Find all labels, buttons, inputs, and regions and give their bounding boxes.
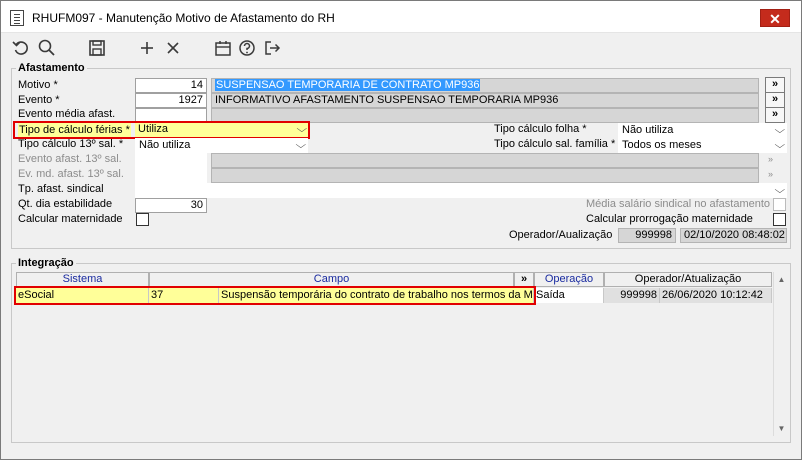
qt-dia-estabilidade-field[interactable]: 30 (135, 198, 207, 213)
tipo-calculo-ferias-label: Tipo de cálculo férias * (18, 123, 131, 137)
calcular-maternidade-label: Calcular maternidade (18, 213, 123, 225)
chevron-down-icon: ⌵ (774, 140, 786, 151)
row-user-cell: 999998 (604, 288, 660, 303)
operador-datetime-field: 02/10/2020 08:48:02 (680, 228, 787, 243)
ev-md-afast-13-code-field (135, 168, 207, 183)
evento-lookup-button[interactable]: » (765, 92, 785, 108)
motivo-desc-field[interactable]: SUSPENSAO TEMPORARIA DE CONTRATO MP936 (211, 78, 759, 93)
evento-afast-13-code-field (135, 153, 207, 168)
tipo-calculo-ferias-value: Utiliza (138, 123, 168, 135)
search-icon[interactable] (37, 38, 57, 58)
evento-afast-13-label: Evento afast. 13º sal. (18, 153, 122, 165)
close-button[interactable]: ✕ (760, 9, 790, 27)
tipo-calculo-ferias-select[interactable]: Utiliza ⌵ (135, 123, 308, 137)
delete-icon[interactable] (163, 38, 183, 58)
row-operacao-cell[interactable]: Saída (534, 288, 604, 303)
scroll-down-icon[interactable]: ▼ (774, 421, 789, 436)
media-salario-sindical-checkbox (773, 198, 786, 211)
toolbar (1, 34, 801, 62)
integracao-highlight-box (14, 286, 536, 305)
col-header-sistema[interactable]: Sistema (16, 272, 149, 287)
tipo-calculo-13-label: Tipo cálculo 13º sal. * (18, 138, 124, 150)
chevron-down-icon: ⌵ (295, 140, 307, 151)
tipo-calculo-sal-familia-select[interactable]: Todos os meses ⌵ (618, 138, 787, 153)
chevron-down-icon: ⌵ (296, 124, 308, 135)
calcular-prorrogacao-label: Calcular prorrogação maternidade (586, 213, 753, 225)
ev-md-afast-13-lookup-icon: » (768, 169, 774, 179)
qt-dia-estabilidade-label: Qt. dia estabilidade (18, 198, 113, 210)
motivo-desc-text: SUSPENSAO TEMPORARIA DE CONTRATO MP936 (215, 79, 481, 91)
help-icon[interactable] (237, 38, 257, 58)
afastamento-title: Afastamento (16, 62, 87, 74)
scroll-up-icon[interactable]: ▲ (774, 272, 789, 287)
row-datetime-cell: 26/06/2020 10:12:42 (660, 288, 772, 303)
motivo-code-field[interactable]: 14 (135, 78, 207, 93)
app-window: RHUFM097 - Manutenção Motivo de Afastame… (0, 0, 802, 460)
chevron-down-icon: ⌵ (774, 185, 786, 196)
motivo-label: Motivo * (18, 79, 58, 91)
tipo-calculo-folha-select[interactable]: Não utiliza ⌵ (618, 123, 787, 138)
col-header-operacao[interactable]: Operação (534, 272, 604, 287)
refresh-icon[interactable] (11, 38, 31, 58)
tp-afast-sindical-select[interactable]: ⌵ (135, 183, 787, 198)
chevron-down-icon: ⌵ (774, 125, 786, 136)
integracao-title: Integração (16, 257, 76, 269)
operador-user-field: 999998 (618, 228, 676, 243)
window-title: RHUFM097 - Manutenção Motivo de Afastame… (32, 11, 335, 25)
evento-code-field[interactable]: 1927 (135, 93, 207, 108)
title-bar: RHUFM097 - Manutenção Motivo de Afastame… (1, 1, 801, 33)
evento-label: Evento * (18, 94, 60, 106)
tipo-calculo-folha-value: Não utiliza (622, 124, 674, 136)
tp-afast-sindical-label: Tp. afast. sindical (18, 183, 104, 195)
ev-md-afast-13-label: Ev. md. afast. 13º sal. (18, 168, 124, 180)
tipo-calculo-13-select[interactable]: Não utiliza ⌵ (135, 138, 308, 153)
col-header-more-button[interactable]: » (514, 272, 534, 287)
motivo-lookup-button[interactable]: » (765, 77, 785, 93)
col-header-campo[interactable]: Campo (149, 272, 514, 287)
calendar-icon[interactable] (213, 38, 233, 58)
evento-media-lookup-button[interactable]: » (765, 107, 785, 123)
exit-icon[interactable] (262, 38, 282, 58)
evento-media-label: Evento média afast. (18, 108, 116, 120)
calcular-maternidade-checkbox[interactable] (136, 213, 149, 226)
col-header-operador[interactable]: Operador/Atualização (604, 272, 772, 287)
tipo-calculo-13-value: Não utiliza (139, 139, 191, 151)
tipo-calculo-sal-familia-value: Todos os meses (622, 139, 702, 151)
media-salario-sindical-label: Média salário sindical no afastamento (586, 198, 771, 210)
grid-scrollbar[interactable]: ▲ ▼ (773, 272, 788, 436)
tipo-calculo-folha-label: Tipo cálculo folha * (494, 123, 587, 135)
add-icon[interactable] (137, 38, 157, 58)
operador-label: Operador/Aualização (509, 229, 613, 241)
tipo-calculo-sal-familia-label: Tipo cálculo sal. família * (494, 138, 616, 150)
calcular-prorrogacao-checkbox[interactable] (773, 213, 786, 226)
save-icon[interactable] (87, 38, 107, 58)
app-document-icon (10, 10, 24, 26)
evento-desc-field: INFORMATIVO AFASTAMENTO SUSPENSAO TEMPOR… (211, 93, 759, 108)
evento-afast-13-desc-field (211, 153, 759, 168)
ev-md-afast-13-desc-field (211, 168, 759, 183)
evento-afast-13-lookup-icon: » (768, 154, 774, 164)
